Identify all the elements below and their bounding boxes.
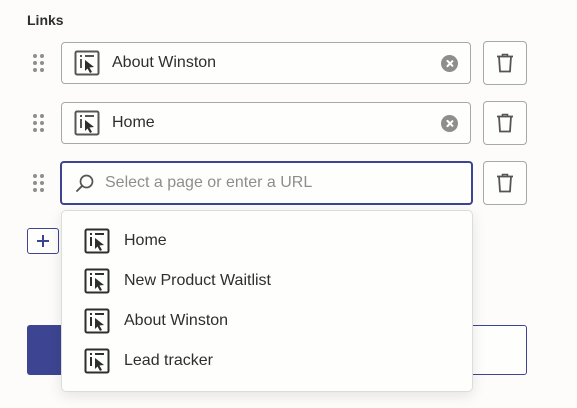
drag-handle-icon[interactable] [33,114,45,132]
trash-icon [497,113,513,133]
link-field-about-winston[interactable]: About Winston [61,42,471,84]
page-icon [84,308,110,334]
page-icon [74,50,100,76]
dropdown-option-new-product-waitlist[interactable]: New Product Waitlist [62,261,472,301]
dropdown-option-home[interactable]: Home [62,221,472,261]
dropdown-option-label: Lead tracker [124,352,213,369]
drag-handle-icon[interactable] [33,174,45,192]
link-search-input[interactable] [103,173,447,193]
page-icon [74,110,100,136]
trash-icon [497,173,513,193]
links-section-label: Links [27,12,64,28]
page-icon [84,228,110,254]
link-field-home[interactable]: Home [61,102,471,144]
link-field-label: About Winston [112,54,217,71]
dropdown-option-label: New Product Waitlist [124,272,271,289]
delete-link-button[interactable] [483,161,527,205]
delete-link-button[interactable] [483,101,527,145]
search-icon [76,174,94,192]
delete-link-button[interactable] [483,41,527,85]
page-icon [84,268,110,294]
dropdown-option-about-winston[interactable]: About Winston [62,301,472,341]
add-link-button[interactable] [27,228,59,254]
clear-icon[interactable] [441,54,458,72]
dropdown-option-lead-tracker[interactable]: Lead tracker [62,341,472,381]
dropdown-option-label: Home [124,232,167,249]
link-search-field[interactable] [60,161,473,205]
drag-handle-icon[interactable] [33,54,45,72]
dropdown-option-label: About Winston [124,312,229,329]
link-field-label: Home [112,114,155,131]
clear-icon[interactable] [441,114,458,132]
page-suggestions-dropdown: Home New Product Waitlist About Winston [61,210,473,392]
page-icon [84,348,110,374]
trash-icon [497,53,513,73]
